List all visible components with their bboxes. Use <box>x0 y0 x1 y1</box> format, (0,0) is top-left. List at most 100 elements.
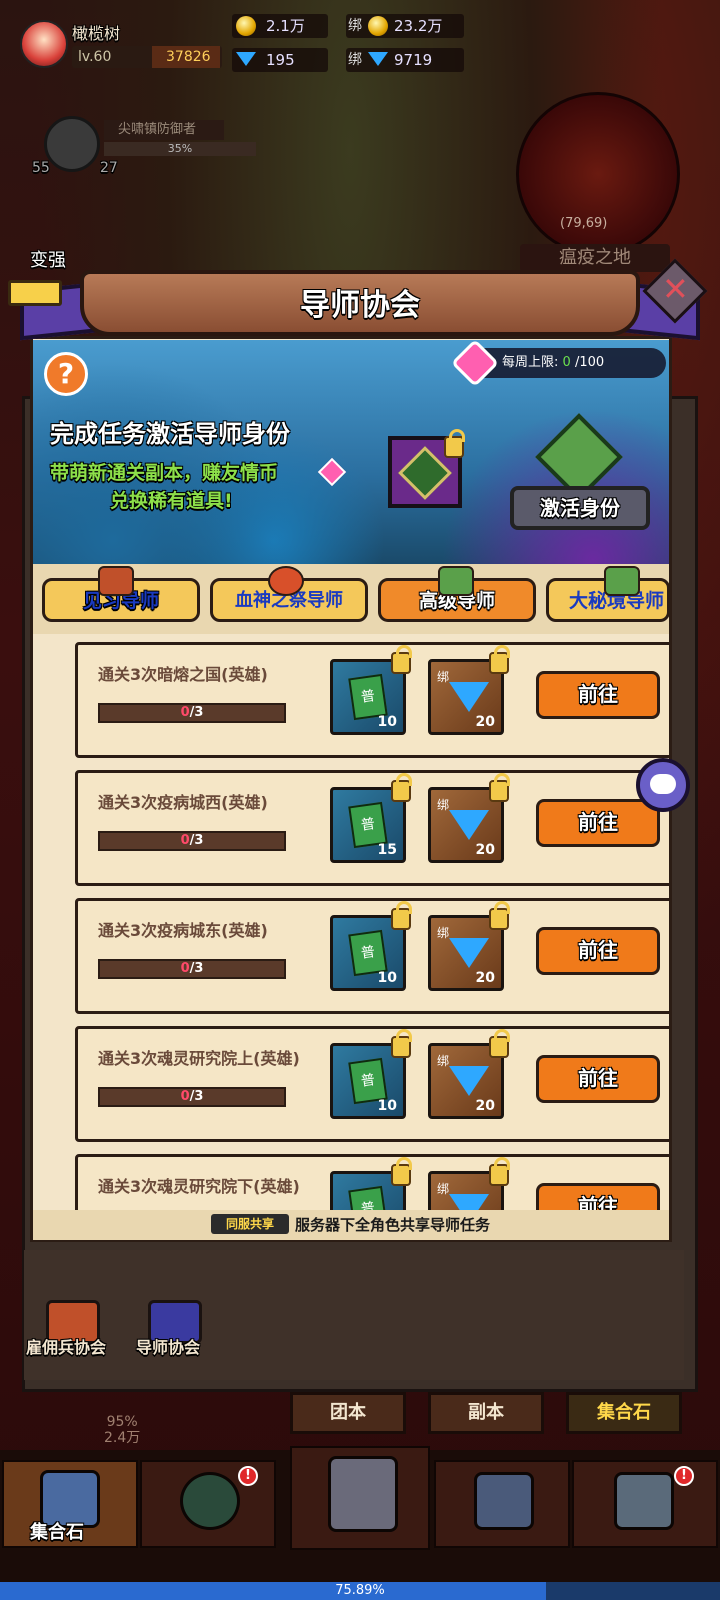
bound-gold-tag: 绑 <box>348 18 362 34</box>
gold-coin-icon <box>236 16 256 36</box>
nav-badge: ! <box>674 1466 694 1486</box>
subnav-meeting-stone[interactable]: 集合石 <box>566 1392 682 1434</box>
player-level-bar: lv.60 37826 <box>72 46 222 68</box>
player-power: 37826 <box>152 46 220 68</box>
diamond-icon <box>449 810 489 840</box>
task-name: 通关3次疫病城东(英雄) <box>98 921 268 940</box>
go-button[interactable]: 前往 <box>536 927 660 975</box>
character-icon <box>180 1472 240 1530</box>
mentor-guild-label[interactable]: 导师协会 <box>136 1334 200 1358</box>
shared-footer: 同服共享 服务器下全角色共享导师任务 <box>33 1210 669 1240</box>
player-avatar[interactable] <box>20 20 68 68</box>
enemy-level: 55 <box>32 160 50 176</box>
go-button[interactable]: 前往 <box>536 671 660 719</box>
bound-gold-display[interactable]: 绑 23.2万 <box>346 14 464 38</box>
bound-diamond-display[interactable]: 绑 9719 <box>346 48 464 72</box>
diamond-display[interactable]: 195 <box>232 48 328 72</box>
bound-diamond-icon <box>368 52 388 66</box>
bound-diamond-tag: 绑 <box>348 52 362 68</box>
lock-icon <box>391 1029 412 1058</box>
reward-bound-diamond[interactable]: 绑20 <box>428 645 510 735</box>
task-progress: 0/3 <box>98 703 286 723</box>
player-name: 橄榄树 <box>72 24 121 43</box>
task-card: 通关3次暗熔之国(英雄) 0/3 普 10 绑 20 前往 <box>75 642 669 758</box>
map-name: 瘟疫之地 <box>520 244 670 272</box>
weekly-label: 每周上限: <box>502 355 559 370</box>
task-progress: 0/3 <box>98 959 286 979</box>
nav-selected-label[interactable]: 集合石 <box>30 1518 84 1544</box>
weekly-max: /100 <box>574 355 605 370</box>
battle-icon <box>328 1456 398 1532</box>
guild-icon <box>474 1472 534 1530</box>
lock-icon <box>489 645 510 674</box>
task-name: 通关3次暗熔之国(英雄) <box>98 665 268 684</box>
reward-bound-diamond[interactable]: 绑20 <box>428 1157 510 1210</box>
help-button[interactable]: ? <box>44 352 88 396</box>
close-icon[interactable]: ✕ <box>662 270 689 308</box>
reward-normal[interactable]: 普10 <box>330 645 412 735</box>
go-button[interactable]: 前往 <box>536 799 660 847</box>
panel-title: 导师协会 <box>300 288 420 323</box>
reward-bound-diamond[interactable]: 绑20 <box>428 773 510 863</box>
weekly-current: 0 <box>562 355 571 370</box>
guild-row <box>24 1250 684 1380</box>
lock-icon <box>444 429 465 458</box>
xp-label: 75.89% <box>335 1583 385 1598</box>
minimap[interactable] <box>516 92 680 256</box>
left-stats: 95% 2.4万 <box>104 1414 141 1446</box>
subnav-raid[interactable]: 团本 <box>290 1392 406 1434</box>
player-level: lv.60 <box>78 49 112 65</box>
reward-normal[interactable]: 普10 <box>330 1157 412 1210</box>
bound-coin-icon <box>368 16 388 36</box>
lock-icon <box>489 773 510 802</box>
diamond-amount: 195 <box>266 51 295 69</box>
task-card: 通关3次疫病城东(英雄) 0/3 普 10 绑 20 前往 <box>75 898 669 1014</box>
lock-icon <box>489 901 510 930</box>
enemy-portrait[interactable] <box>44 116 100 172</box>
task-list[interactable]: 通关3次暗熔之国(英雄) 0/3 普 10 绑 20 前往 通关3次疫病城西(英雄)… <box>33 634 669 1210</box>
reward-normal[interactable]: 普 15 <box>330 773 412 863</box>
diamond-icon <box>449 1066 489 1096</box>
lock-icon <box>489 1157 510 1186</box>
task-name: 通关3次魂灵研究院上(英雄) <box>98 1049 300 1068</box>
gold-display[interactable]: 2.1万 <box>232 14 328 38</box>
go-button[interactable]: 前往 <box>536 1183 660 1210</box>
enemy-count: 27 <box>100 160 118 176</box>
mercenary-guild-label[interactable]: 雇佣兵协会 <box>26 1334 106 1358</box>
bound-diamond-amount: 9719 <box>394 51 433 69</box>
nav-castle[interactable] <box>572 1460 718 1548</box>
reward-normal[interactable]: 普10 <box>330 1029 412 1119</box>
medal-icon <box>438 566 474 596</box>
bound-gold-amount: 23.2万 <box>394 17 443 35</box>
bianqiang-label[interactable]: 变强 <box>30 246 66 272</box>
lock-icon <box>391 773 412 802</box>
reward-bound-diamond[interactable]: 绑20 <box>428 1029 510 1119</box>
reward-normal[interactable]: 普10 <box>330 901 412 991</box>
book-icon <box>98 566 134 596</box>
task-progress: 0/3 <box>98 831 286 851</box>
hero-subtitle-2: 兑换稀有道具! <box>110 490 233 512</box>
chat-button[interactable] <box>636 758 690 812</box>
nav-battle[interactable] <box>290 1446 430 1550</box>
subnav-dungeon[interactable]: 副本 <box>428 1392 544 1434</box>
enemy-name: 尖啸镇防御者 <box>104 120 224 140</box>
shared-tag: 同服共享 <box>211 1214 289 1234</box>
hero-title: 完成任务激活导师身份 <box>50 420 290 448</box>
task-card: 通关3次疫病城西(英雄) 0/3 普 15 绑 20 前往 <box>75 770 669 886</box>
nav-guild[interactable] <box>434 1460 570 1548</box>
lock-icon <box>391 1157 412 1186</box>
enemy-progress: 35% <box>104 142 256 156</box>
go-button[interactable]: 前往 <box>536 1055 660 1103</box>
activate-identity-button[interactable]: 激活身份 <box>510 486 650 530</box>
shared-text: 服务器下全角色共享导师任务 <box>295 1216 491 1234</box>
lock-icon <box>489 1029 510 1058</box>
crown-icon <box>8 280 62 306</box>
task-progress: 0/3 <box>98 1087 286 1107</box>
castle-icon <box>614 1472 674 1530</box>
chat-bubble-icon <box>650 774 676 794</box>
mentor-identity-box <box>388 429 465 508</box>
diamond-icon <box>449 1194 489 1210</box>
reward-bound-diamond[interactable]: 绑20 <box>428 901 510 991</box>
diamond-icon <box>449 682 489 712</box>
dragon-icon <box>268 566 304 596</box>
